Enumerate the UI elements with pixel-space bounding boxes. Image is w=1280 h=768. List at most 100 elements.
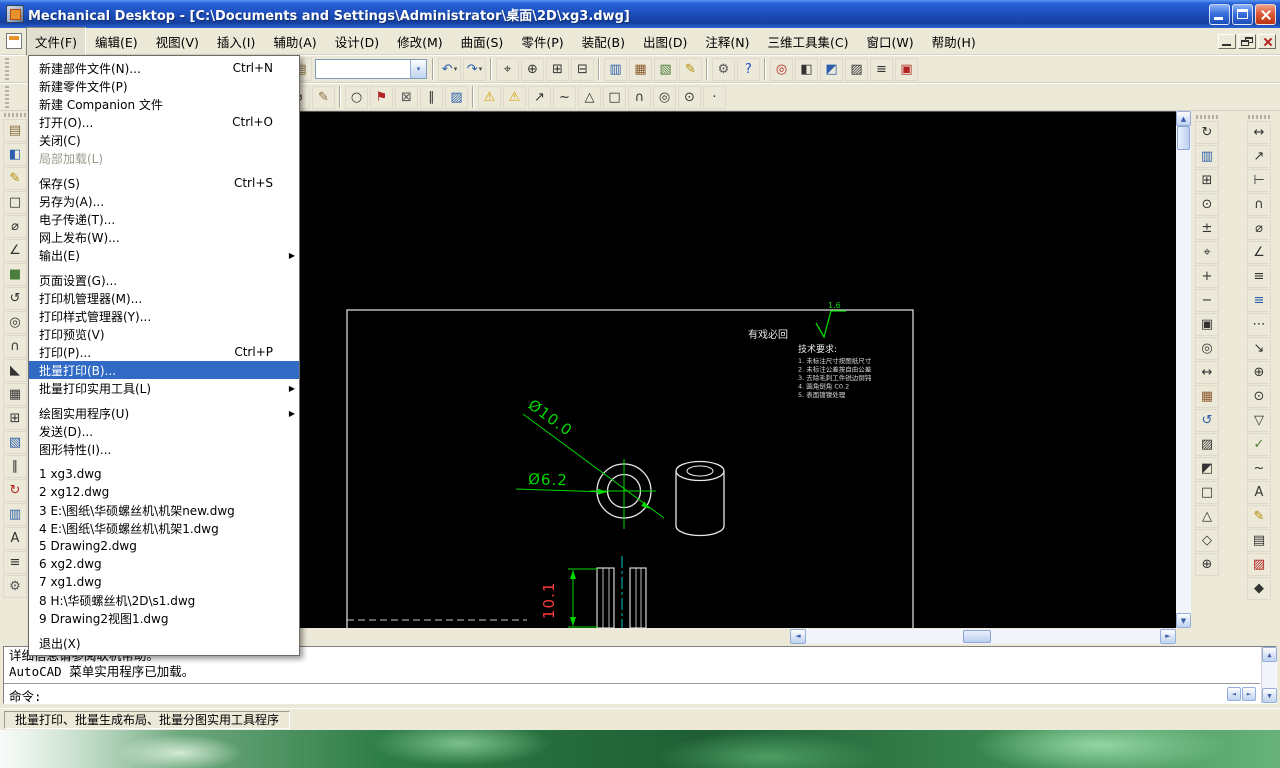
file-menu-item[interactable]: 打印预览(V) (29, 325, 299, 343)
zoom-in-button[interactable]: + (1195, 265, 1219, 288)
circle-button[interactable]: ◎ (653, 85, 676, 109)
help-button[interactable]: ? (737, 57, 760, 81)
file-menu-item[interactable]: 新建零件文件(P) (29, 77, 299, 95)
work-axis-button[interactable]: ∥ (3, 455, 27, 478)
toolbar-grip[interactable] (4, 113, 26, 117)
scroll-down-button[interactable]: ▼ (1176, 613, 1191, 628)
arc-button[interactable]: ∩ (628, 85, 651, 109)
orbit-button[interactable]: ↺ (1195, 409, 1219, 432)
sketch-dimension-button[interactable]: ⌀ (3, 215, 27, 238)
power-edit-button[interactable]: ✎ (312, 85, 335, 109)
file-menu-item[interactable]: 打印机管理器(M)... (29, 289, 299, 307)
menubar-item-5[interactable]: 辅助(A) (264, 27, 325, 56)
menubar-item-15[interactable]: 帮助(H) (923, 27, 985, 56)
command-scroll-left-button[interactable]: ◄ (1227, 687, 1241, 701)
toolbar-grip[interactable] (5, 58, 9, 80)
power-snap-button[interactable]: ◎ (770, 57, 793, 81)
menubar-item-7[interactable]: 修改(M) (388, 27, 452, 56)
tool-palettes-button[interactable]: ▧ (654, 57, 677, 81)
zoom-window-button[interactable]: ⊞ (546, 57, 569, 81)
scroll-left-button[interactable]: ◄ (790, 628, 806, 644)
profile-button[interactable]: □ (3, 191, 27, 214)
zoom-extents-button[interactable]: ◎ (1195, 337, 1219, 360)
symbol-library-button[interactable]: ◆ (1247, 577, 1271, 600)
zoom-out-button[interactable]: − (1195, 289, 1219, 312)
tolerance-button[interactable]: ⊕ (1247, 361, 1271, 384)
file-menu-item[interactable]: 2 xg12.dwg (29, 483, 299, 501)
polygon-button[interactable]: △ (578, 85, 601, 109)
leader-tool-button[interactable]: ↘ (1247, 337, 1271, 360)
toolbar-grip[interactable] (1248, 115, 1270, 119)
drawing-view-button[interactable]: ▥ (3, 503, 27, 526)
front-view-button[interactable]: □ (1195, 481, 1219, 504)
menubar-item-3[interactable]: 视图(V) (147, 27, 208, 56)
file-menu-item[interactable]: 3 E:\图纸\华硕螺丝机\机架new.dwg (29, 501, 299, 519)
vscroll-thumb[interactable] (1177, 126, 1190, 150)
hole-button[interactable]: ◎ (3, 311, 27, 334)
drawing-note[interactable]: 有戏必回 (748, 328, 788, 341)
constraint-button[interactable]: ∠ (3, 239, 27, 262)
file-menu-item[interactable]: 电子传递(T)... (29, 210, 299, 228)
file-menu-item[interactable]: 4 E:\图纸\华硕螺丝机\机架1.dwg (29, 519, 299, 537)
menubar-item-1[interactable]: 文件(F) (26, 26, 86, 56)
surface-finish-button[interactable]: ✓ (1247, 433, 1271, 456)
part-modeling-button[interactable]: ◧ (3, 143, 27, 166)
file-menu-item[interactable]: 7 xg1.dwg (29, 573, 299, 591)
lock-layer-button[interactable]: ⊠ (395, 85, 418, 109)
menubar-item-10[interactable]: 装配(B) (573, 27, 634, 56)
file-menu-item[interactable]: 关闭(C) (29, 131, 299, 149)
donut-button[interactable]: ⊙ (678, 85, 701, 109)
menubar-item-6[interactable]: 设计(D) (326, 27, 388, 56)
diameter-dimension-button[interactable]: ⌀ (1247, 217, 1271, 240)
assoc-hide-button[interactable]: ▨ (845, 57, 868, 81)
hatch-tool-button[interactable]: ▨ (1247, 553, 1271, 576)
hatch-fill-button[interactable]: ▨ (445, 85, 468, 109)
menubar-item-12[interactable]: 注释(N) (696, 27, 758, 56)
section-view[interactable] (596, 556, 647, 628)
menubar-item-8[interactable]: 曲面(S) (452, 27, 513, 56)
content-manager-button[interactable]: ▤ (3, 119, 27, 142)
file-menu-item[interactable]: 5 Drawing2.dwg (29, 537, 299, 555)
bom-list-button[interactable]: ≡ (3, 551, 27, 574)
power-copy-button[interactable]: ◧ (795, 57, 818, 81)
fillet-button[interactable]: ∩ (3, 335, 27, 358)
mdi-restore-button[interactable] (1238, 33, 1256, 49)
bom-database-button[interactable]: ≡ (870, 57, 893, 81)
edit-dimension-button[interactable]: ✎ (1247, 505, 1271, 528)
properties-button[interactable]: ▥ (604, 57, 627, 81)
revolve-button[interactable]: ↺ (3, 287, 27, 310)
pan-button[interactable]: ↔ (1195, 361, 1219, 384)
file-menu-item[interactable]: 页面设置(G)... (29, 271, 299, 289)
file-menu-item[interactable]: 绘图实用程序(U) ▶ (29, 404, 299, 422)
file-menu-item[interactable]: 退出(X) (29, 634, 299, 652)
camera-view-button[interactable]: ⊕ (1195, 553, 1219, 576)
center-mark-button[interactable]: ⊙ (1247, 385, 1271, 408)
update-part-button[interactable]: ↻ (3, 479, 27, 502)
file-menu-item[interactable]: 1 xg3.dwg (29, 465, 299, 483)
surface-finish-symbol[interactable]: 1.6 (815, 301, 846, 339)
chamfer-button[interactable]: ◣ (3, 359, 27, 382)
command-scroll-right-button[interactable]: ► (1242, 687, 1256, 701)
weld-symbol-button[interactable]: ~ (1247, 457, 1271, 480)
tech-requirements[interactable]: 技术要求: 1. 未标注尺寸按图纸尺寸 2. 未标注公差按自由公差 3. 去除毛… (798, 343, 872, 399)
menubar-item-2[interactable]: 编辑(E) (86, 27, 147, 56)
redraw-button[interactable]: ↻ (1195, 121, 1219, 144)
file-menu-item[interactable]: 打印样式管理器(Y)... (29, 307, 299, 325)
mech-options-button[interactable]: ⚙ (712, 57, 735, 81)
shell-button[interactable]: ▦ (3, 383, 27, 406)
angular-dimension-button[interactable]: ∠ (1247, 241, 1271, 264)
scroll-right-button[interactable]: ► (1160, 628, 1176, 644)
file-menu-item[interactable]: 新建 Companion 文件 (29, 95, 299, 113)
design-center-button[interactable]: ▦ (629, 57, 652, 81)
options-button[interactable]: ⚙ (3, 575, 27, 598)
vscroll-track[interactable] (1176, 126, 1191, 613)
markup-button[interactable]: ✎ (679, 57, 702, 81)
polyline-button[interactable]: ~ (553, 85, 576, 109)
command-prompt[interactable]: 命令: (4, 683, 1260, 704)
annotation-button[interactable]: A (3, 527, 27, 550)
construction-line-button[interactable]: ∥ (420, 85, 443, 109)
iso-view-button[interactable]: ◇ (1195, 529, 1219, 552)
leader-note-button[interactable]: ↗ (528, 85, 551, 109)
linear-dimension-button[interactable]: ↔ (1247, 121, 1271, 144)
datum-button[interactable]: ▽ (1247, 409, 1271, 432)
